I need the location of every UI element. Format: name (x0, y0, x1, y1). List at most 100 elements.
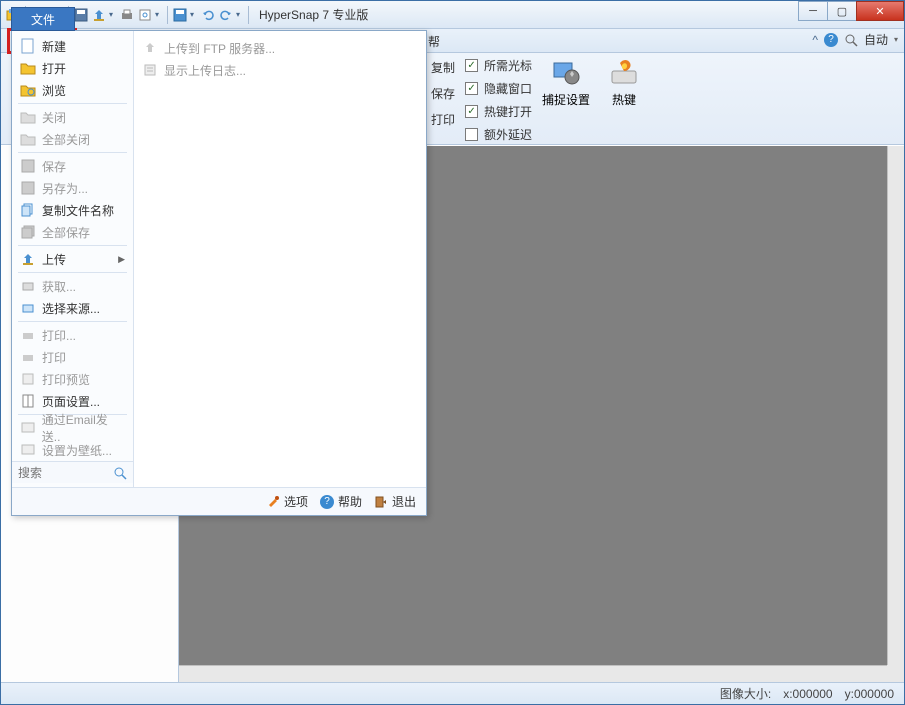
help-icon[interactable]: ? (824, 33, 838, 47)
titlebar: ▾ ▾ ▾ ▾ HyperSnap 7 专业版 ─ ▢ (1, 1, 904, 29)
window-title: HyperSnap 7 专业版 (259, 6, 368, 23)
fm-save-all[interactable]: 全部保存 (12, 221, 133, 243)
preview-icon[interactable] (137, 7, 153, 23)
chevron-up-icon[interactable]: ^ (812, 33, 818, 47)
scroll-corner (887, 665, 904, 682)
ribbon-save[interactable]: 保存 (431, 83, 455, 103)
separator (18, 152, 127, 153)
scrollbar-horizontal[interactable] (179, 665, 887, 682)
fm-close[interactable]: 关闭 (12, 106, 133, 128)
fm-show-upload-log[interactable]: 显示上传日志... (134, 59, 426, 81)
new-icon (20, 38, 36, 54)
file-menu: 文件 新建 打开 浏览 关闭 全部关闭 保存 另存为... 复制文件名称 全部保… (11, 30, 427, 516)
undo-icon[interactable] (200, 7, 216, 23)
capture-settings-icon (550, 57, 582, 89)
close-icon (20, 109, 36, 125)
fm-upload[interactable]: 上传▶ (12, 248, 133, 270)
fm-select-source[interactable]: 选择来源... (12, 297, 133, 319)
separator (167, 6, 168, 24)
window-controls: ─ ▢ ✕ (799, 1, 904, 21)
preview-icon (20, 371, 36, 387)
fm-copy-filename[interactable]: 复制文件名称 (12, 199, 133, 221)
checkbox-icon: ✓ (465, 105, 478, 118)
hotkeys-button[interactable]: 热键 (600, 57, 648, 140)
source-icon (20, 300, 36, 316)
save-as-icon (20, 180, 36, 196)
search-icon[interactable] (113, 466, 127, 480)
exit-button[interactable]: 退出 (374, 493, 416, 510)
save-all-icon (20, 224, 36, 240)
copy-icon (20, 202, 36, 218)
checkbox-icon (465, 128, 478, 141)
scrollbar-vertical[interactable] (887, 146, 904, 665)
separator (248, 6, 249, 24)
fm-save-as[interactable]: 另存为... (12, 177, 133, 199)
submenu-arrow-icon: ▶ (118, 254, 125, 265)
browse-icon (20, 82, 36, 98)
tab-help-partial[interactable]: 帮 (428, 33, 440, 50)
app-window: ▾ ▾ ▾ ▾ HyperSnap 7 专业版 ─ ▢ (0, 0, 905, 705)
statusbar: 图像大小: x:000000 y:000000 (1, 682, 904, 704)
fm-close-all[interactable]: 全部关闭 (12, 128, 133, 150)
upload-icon (142, 40, 158, 56)
options-icon (266, 495, 280, 509)
acquire-icon (20, 278, 36, 294)
wallpaper-icon (20, 442, 36, 458)
fm-print[interactable]: 打印 (12, 346, 133, 368)
separator (18, 272, 127, 273)
minimize-button[interactable]: ─ (798, 1, 828, 21)
file-menu-left: 新建 打开 浏览 关闭 全部关闭 保存 另存为... 复制文件名称 全部保存 上… (12, 31, 134, 487)
ribbon-print[interactable]: 打印 (431, 109, 455, 129)
separator (18, 245, 127, 246)
capture-settings-button[interactable]: 捕捉设置 (542, 57, 590, 140)
file-tab[interactable]: 文件 (11, 7, 75, 31)
file-menu-right: 上传到 FTP 服务器... 显示上传日志... (134, 31, 426, 487)
fm-print-dot[interactable]: 打印... (12, 324, 133, 346)
redo-icon[interactable] (218, 7, 234, 23)
fm-send-email[interactable]: 通过Email发送.. (12, 417, 133, 439)
fm-save[interactable]: 保存 (12, 155, 133, 177)
check-hotkey-open[interactable]: ✓热键打开 (465, 103, 532, 120)
fm-upload-ftp[interactable]: 上传到 FTP 服务器... (134, 37, 426, 59)
check-extra-delay[interactable]: 额外延迟 (465, 126, 532, 143)
print-icon[interactable] (119, 7, 135, 23)
fm-open[interactable]: 打开 (12, 57, 133, 79)
close-all-icon (20, 131, 36, 147)
print-icon (20, 327, 36, 343)
search-input[interactable] (18, 466, 98, 480)
page-setup-icon (20, 393, 36, 409)
help-button[interactable]: ?帮助 (320, 493, 362, 510)
checkbox-icon: ✓ (465, 59, 478, 72)
fm-acquire[interactable]: 获取... (12, 275, 133, 297)
dropdown-icon[interactable]: ▾ (155, 10, 163, 19)
dropdown-icon[interactable]: ▾ (236, 10, 244, 19)
save-blue-icon[interactable] (172, 7, 188, 23)
status-image-size: 图像大小: (720, 685, 771, 702)
help-icon: ? (320, 495, 334, 509)
save-icon[interactable] (73, 7, 89, 23)
ribbon-col-checks: ✓所需光标 ✓隐藏窗口 ✓热键打开 额外延迟 (465, 57, 532, 140)
ribbon-copy[interactable]: 复制 (431, 57, 455, 77)
auto-label[interactable]: 自动 (864, 31, 888, 48)
check-need-cursor[interactable]: ✓所需光标 (465, 57, 532, 74)
email-icon (20, 420, 36, 436)
fm-page-setup[interactable]: 页面设置... (12, 390, 133, 412)
search-icon[interactable] (844, 33, 858, 47)
options-button[interactable]: 选项 (266, 493, 308, 510)
separator (18, 103, 127, 104)
maximize-button[interactable]: ▢ (827, 1, 857, 21)
fm-new[interactable]: 新建 (12, 35, 133, 57)
dropdown-icon[interactable]: ▾ (894, 35, 898, 44)
dropdown-icon[interactable]: ▾ (190, 10, 198, 19)
check-hide-window[interactable]: ✓隐藏窗口 (465, 80, 532, 97)
upload-icon (20, 251, 36, 267)
separator (18, 321, 127, 322)
upload-icon[interactable] (91, 7, 107, 23)
close-button[interactable]: ✕ (856, 1, 904, 21)
dropdown-icon[interactable]: ▾ (109, 10, 117, 19)
log-icon (142, 62, 158, 78)
fm-print-preview[interactable]: 打印预览 (12, 368, 133, 390)
exit-icon (374, 495, 388, 509)
fm-browse[interactable]: 浏览 (12, 79, 133, 101)
open-icon (20, 60, 36, 76)
